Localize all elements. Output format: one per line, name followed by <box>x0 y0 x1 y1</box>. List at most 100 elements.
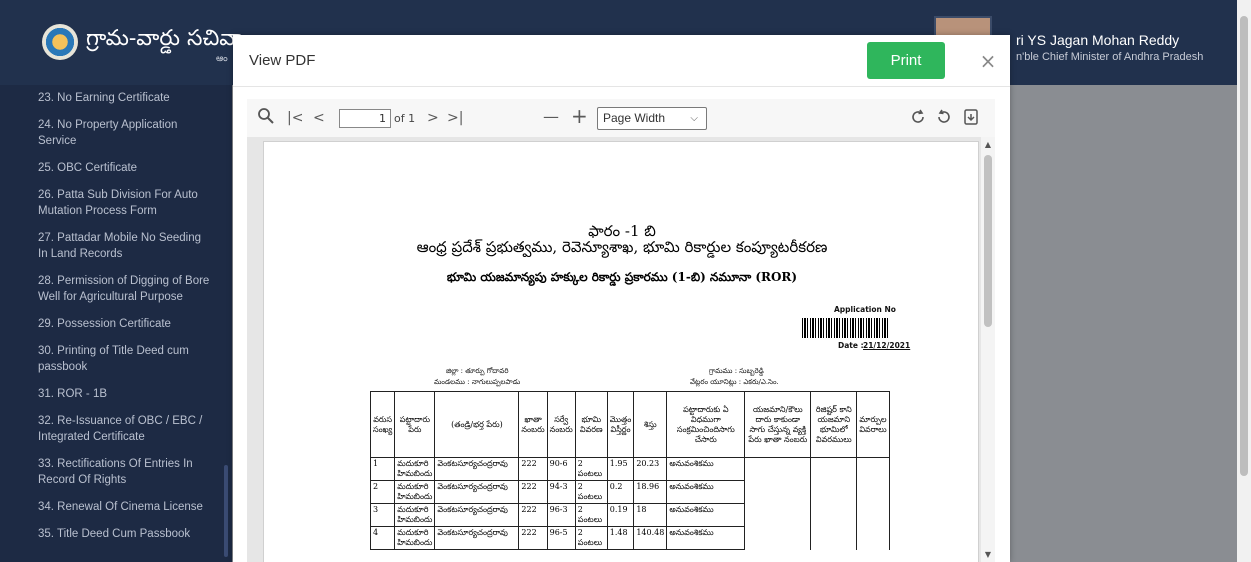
date-label: Date : <box>838 341 864 350</box>
column-header: సర్వే నంబరు <box>546 391 576 458</box>
zoom-value: Page Width <box>603 111 666 125</box>
document-heading: ఆంధ్ర ప్రదేశ్ ప్రభుత్వము, రెవెన్యూశాఖ, భ… <box>416 238 828 256</box>
table-cell: 94-3 <box>546 480 576 504</box>
table-cell-empty <box>810 457 858 481</box>
column-header: యజమాని/కౌలు దారు కాకుండా సాగు చేస్తున్న … <box>744 391 812 458</box>
last-page-button[interactable]: >| <box>447 109 463 127</box>
close-icon[interactable]: × <box>978 49 998 73</box>
pdf-scrollbar[interactable]: ▲ ▼ <box>981 137 995 562</box>
modal-title: View PDF <box>249 52 316 69</box>
sidebar: 23. No Earning Certificate 24. No Proper… <box>0 85 232 562</box>
sidebar-item[interactable]: 28. Permission of Digging of Bore Well f… <box>0 268 232 311</box>
table-cell: 20.23 <box>633 457 668 481</box>
table-cell-empty <box>744 457 812 481</box>
print-button[interactable]: Print <box>867 42 945 79</box>
table-cell-empty <box>810 526 858 550</box>
table-cell: మదుకూరి హిమబిందు <box>394 526 436 550</box>
table-cell: 1.95 <box>606 457 635 481</box>
table-cell: 18 <box>633 503 668 527</box>
zoom-in-button[interactable]: + <box>571 106 588 126</box>
scroll-up-icon[interactable]: ▲ <box>983 140 993 149</box>
table-cell: అనువంశికము <box>666 480 746 504</box>
table-cell: 2 పంటలు <box>574 503 608 527</box>
barcode <box>802 318 890 338</box>
search-icon[interactable] <box>257 107 274 128</box>
table-cell: వెంకటసూర్యచంద్రరావు <box>434 480 520 504</box>
sidebar-item[interactable]: 25. OBC Certificate <box>0 155 232 182</box>
sidebar-item[interactable]: 31. ROR - 1B <box>0 381 232 408</box>
table-cell: అనువంశికము <box>666 526 746 550</box>
column-header: (తండ్రి/భర్త పేరు) <box>434 391 520 458</box>
sidebar-item[interactable]: 34. Renewal Of Cinema License <box>0 494 232 521</box>
table-cell: 222 <box>518 480 548 504</box>
sidebar-item[interactable]: 35. Title Deed Cum Passbook <box>0 521 232 548</box>
download-icon[interactable] <box>963 108 979 130</box>
sidebar-item[interactable]: 26. Patta Sub Division For Auto Mutation… <box>0 182 232 225</box>
pdf-scrollbar-thumb[interactable] <box>984 155 992 327</box>
mandal-label: మండలము : నాగులుప్పలపాడు <box>434 378 521 386</box>
scroll-down-icon[interactable]: ▼ <box>983 550 993 559</box>
table-cell: 3 <box>369 503 396 527</box>
pdf-toolbar: |< < 1 of 1 > >| — + Page Width ⌵ <box>247 99 995 137</box>
pdf-page-area[interactable]: ఫారం -1 బి ఆంధ్ర ప్రదేశ్ ప్రభుత్వము, రెవ… <box>247 137 995 562</box>
table-cell: మదుకూరి హిమబిందు <box>394 503 436 527</box>
table-row: 3 మదుకూరి హిమబిందు వెంకటసూర్యచంద్రరావు 222 9… <box>369 503 890 527</box>
sidebar-item[interactable]: 27. Pattadar Mobile No Seeding In Land R… <box>0 225 232 268</box>
zoom-select[interactable]: Page Width ⌵ <box>597 107 707 130</box>
date-value: 21/12/2021 <box>863 341 911 350</box>
rotate-clockwise-icon[interactable] <box>909 108 927 130</box>
ror-table: వరుస సంఖ్య పట్టాదారు పేరు (తండ్రి/భర్త ప… <box>369 391 890 550</box>
table-cell: వెంకటసూర్యచంద్రరావు <box>434 457 520 481</box>
document-subheading: భూమి యజమాన్యపు హక్కుల రికార్డు ప్రకారము … <box>446 270 798 284</box>
table-cell: 90-6 <box>546 457 576 481</box>
units-label: వేట్లరం యూనిట్లు : ఎకరు/ఎ.సెం. <box>690 378 779 386</box>
table-cell: వెంకటసూర్యచంద్రరావు <box>434 503 520 527</box>
sidebar-item[interactable]: 30. Printing of Title Deed cum passbook <box>0 338 232 381</box>
column-header: ఖాతా నంబరు <box>518 391 548 458</box>
zoom-out-button[interactable]: — <box>543 108 559 126</box>
table-cell: 18.96 <box>633 480 668 504</box>
table-cell: అనువంశికము <box>666 457 746 481</box>
table-cell: మదుకూరి హిమబిందు <box>394 480 436 504</box>
page-count: of 1 <box>394 112 416 125</box>
table-cell: 2 పంటలు <box>574 480 608 504</box>
table-cell: 222 <box>518 457 548 481</box>
modal-header: View PDF Print × <box>233 35 1010 87</box>
page-number-input[interactable]: 1 <box>339 109 391 128</box>
table-cell: 96-3 <box>546 503 576 527</box>
table-cell: 1.48 <box>606 526 635 550</box>
brand-title: గ్రామ-వార్డు సచివా <box>86 26 243 51</box>
village-label: గ్రామము : సుబ్బరెడ్డి <box>709 367 764 375</box>
table-cell: 4 <box>369 526 396 550</box>
first-page-button[interactable]: |< <box>287 109 303 127</box>
sidebar-scrollbar[interactable] <box>224 465 228 557</box>
next-page-button[interactable]: > <box>427 109 439 127</box>
table-cell: 222 <box>518 526 548 550</box>
column-header: శిస్తు <box>633 391 668 458</box>
table-cell-empty <box>856 526 890 550</box>
page-scrollbar-thumb[interactable] <box>1240 16 1248 476</box>
prev-page-button[interactable]: < <box>313 109 325 127</box>
cm-title: n'ble Chief Minister of Andhra Pradesh <box>1016 51 1204 63</box>
table-row: 2 మదుకూరి హిమబిందు వెంకటసూర్యచంద్రరావు 222 9… <box>369 480 890 504</box>
sidebar-item[interactable]: 23. No Earning Certificate <box>0 85 232 112</box>
table-cell-empty <box>810 503 858 527</box>
table-cell: 2 పంటలు <box>574 526 608 550</box>
page-scrollbar[interactable] <box>1237 0 1251 562</box>
table-cell: 2 పంటలు <box>574 457 608 481</box>
sidebar-item[interactable]: 33. Rectifications Of Entries In Record … <box>0 451 232 494</box>
sidebar-item[interactable]: 24. No Property Application Service <box>0 112 232 155</box>
table-cell-empty <box>744 526 812 550</box>
table-cell: 222 <box>518 503 548 527</box>
table-cell-empty <box>856 503 890 527</box>
column-header: భూమి వివరణ <box>574 391 608 458</box>
sidebar-item[interactable]: 32. Re-Issuance of OBC / EBC / Integrate… <box>0 408 232 451</box>
table-row: 1 మదుకూరి హిమబిందు వెంకటసూర్యచంద్రరావు 222 9… <box>369 457 890 481</box>
table-cell: 1 <box>369 457 396 481</box>
sidebar-item[interactable]: 29. Possession Certificate <box>0 311 232 338</box>
rotate-counterclockwise-icon[interactable] <box>935 108 953 130</box>
column-header: మార్పుల వివరాలు <box>856 391 890 458</box>
table-cell: 0.19 <box>606 503 635 527</box>
table-cell: 2 <box>369 480 396 504</box>
table-cell: మదుకూరి హిమబిందు <box>394 457 436 481</box>
